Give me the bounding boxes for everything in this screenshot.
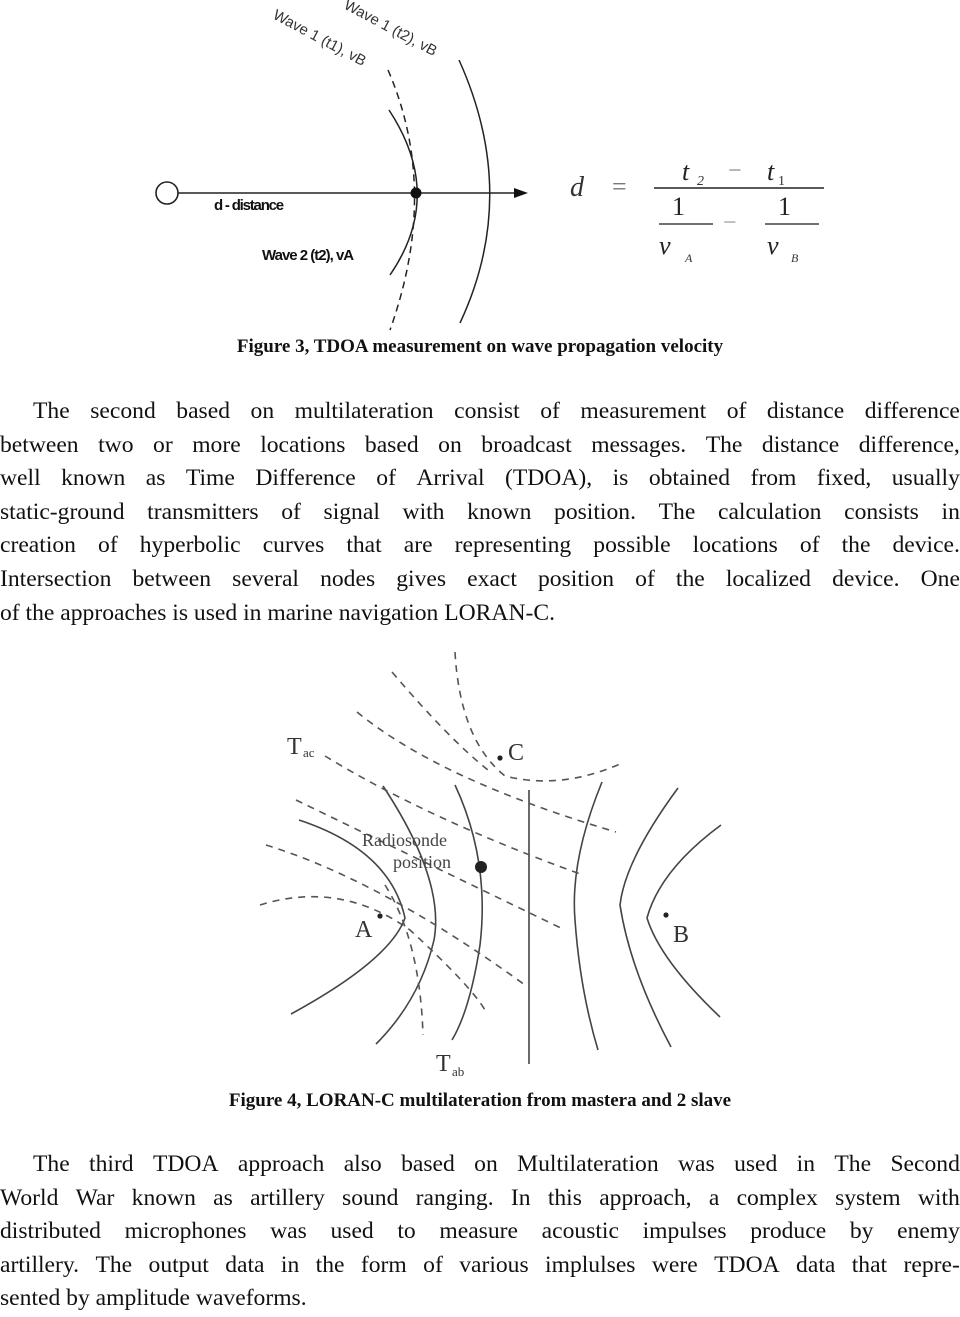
paragraph-1-line: Intersection between several nodes gives exac… bbox=[0, 565, 960, 592]
formula-vb: v bbox=[767, 231, 779, 260]
tac-line-2 bbox=[356, 711, 617, 833]
arrow-head-icon bbox=[514, 188, 528, 198]
formula-one-b: 1 bbox=[778, 192, 791, 221]
paragraph-1-line: between two or more locations based on broadcas… bbox=[0, 431, 960, 458]
formula-t2-sub: 2 bbox=[697, 174, 704, 189]
label-radiosonde-line2: position bbox=[393, 852, 451, 872]
radiosonde-position-marker bbox=[475, 861, 487, 873]
intersection-point bbox=[410, 187, 422, 199]
wave1-t2-arc bbox=[458, 59, 491, 324]
label-wave2: Wave 2 (t2), vA bbox=[262, 247, 354, 264]
point-a bbox=[377, 913, 383, 919]
formula-lhs: d bbox=[570, 172, 585, 203]
label-tab: T bbox=[436, 1051, 451, 1077]
hyperbola-b-2 bbox=[619, 787, 679, 1048]
tac-line-1 bbox=[391, 671, 489, 771]
formula-va-sub: A bbox=[684, 251, 693, 265]
hyperbola-a-2 bbox=[375, 785, 437, 1045]
tac-line-6 bbox=[259, 895, 486, 1011]
hyperbola-c bbox=[454, 651, 621, 782]
hyperbola-a-3 bbox=[451, 784, 484, 1041]
formula-va: v bbox=[659, 231, 671, 260]
label-tab-sub: ab bbox=[452, 1064, 464, 1079]
hyperbola-b-3 bbox=[573, 781, 603, 1051]
formula-equals: = bbox=[612, 172, 627, 201]
paragraph-2-line: distributed microphones was used to measure ac… bbox=[0, 1218, 960, 1245]
tac-line-3 bbox=[324, 755, 584, 876]
figure-3-diagram: Wave 1 (t1), vB Wave 1 (t2), vB d - dist… bbox=[155, 0, 824, 331]
tac-line-7 bbox=[384, 884, 424, 1036]
paragraph-1-line: The second based on multilateration consist of… bbox=[33, 398, 960, 424]
wave1-t1-dashed-arc bbox=[387, 69, 416, 331]
paragraph-1-line: static-ground transmitters of signal with kno… bbox=[0, 498, 960, 525]
formula-minus-top: − bbox=[728, 158, 742, 184]
paragraph-2-line: sented by amplitude waveforms. bbox=[0, 1285, 307, 1312]
figure-4-caption: Figure 4, LORAN-C multilateration from m… bbox=[228, 1090, 732, 1111]
label-tac: T bbox=[287, 734, 302, 760]
hyperbola-b-inner bbox=[646, 824, 722, 1018]
formula: d = t 2 − t 1 1 1 − v A v B bbox=[570, 157, 824, 265]
formula-t2: t bbox=[682, 157, 690, 186]
label-distance: d - distance bbox=[214, 197, 284, 214]
label-b: B bbox=[673, 922, 689, 948]
label-radiosonde-line1: Radiosonde bbox=[362, 830, 447, 850]
paragraph-1-line: of the approaches is used in marine navi… bbox=[0, 599, 555, 626]
figure-3-caption: Figure 3, TDOA measurement on wave propa… bbox=[236, 336, 724, 357]
source-node bbox=[155, 181, 179, 205]
label-a: A bbox=[355, 917, 373, 943]
formula-t1-sub: 1 bbox=[778, 174, 785, 189]
paragraph-2: The third TDOA approach also based on Multilate… bbox=[0, 1148, 960, 1316]
paragraph-2-line: The third TDOA approach also based on Multilate… bbox=[33, 1151, 960, 1177]
point-c bbox=[497, 755, 503, 761]
label-tac-sub: ac bbox=[303, 745, 315, 760]
paragraph-1-line: creation of hyperbolic curves that are represe… bbox=[0, 532, 960, 559]
paragraph-2-line: artillery. The output data in the form of variou… bbox=[0, 1251, 960, 1278]
point-b bbox=[663, 912, 669, 918]
paragraph-1: The second based on multilateration consist of… bbox=[0, 395, 960, 630]
formula-one-a: 1 bbox=[672, 192, 685, 221]
figure-4-diagram: T ac C Radiosonde position A B T ab bbox=[259, 651, 722, 1079]
label-c: C bbox=[508, 740, 524, 766]
formula-t1: t bbox=[767, 157, 775, 186]
paragraph-2-line: World War known as artillery sound ranging. In t… bbox=[0, 1184, 960, 1211]
paragraph-1-line: well known as Time Difference of Arrival (TDOA)… bbox=[0, 465, 960, 492]
formula-minus-bottom: − bbox=[723, 210, 737, 236]
formula-vb-sub: B bbox=[791, 251, 799, 265]
